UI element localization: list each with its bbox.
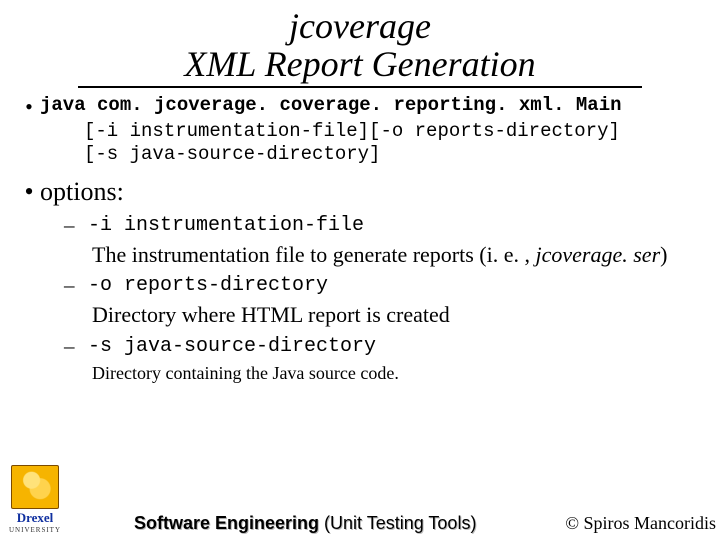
logo-subtitle: UNIVERSITY [6,526,64,534]
command-args-2: [-s java-source-directory] [84,143,702,167]
title-line-1: jcoverage [78,8,642,46]
options-label: options: [40,177,124,207]
footer-center: Software Engineering (Unit Testing Tools… [64,513,565,534]
option-flag: -i instrumentation-file [88,213,364,238]
footer-course-rest: (Unit Testing Tools) [324,513,476,533]
command-args-1: [-i instrumentation-file][-o reports-dir… [84,120,702,144]
dash-icon: – [64,213,88,238]
option-flag: -o reports-directory [88,273,328,298]
option-flag: -s java-source-directory [88,334,376,359]
command-main: java com. jcoverage. coverage. reporting… [40,94,622,120]
slide-footer: Drexel UNIVERSITY Software Engineering (… [0,465,720,534]
option-desc-text: Directory where HTML report is created [92,302,450,327]
title-line-2: XML Report Generation [78,46,642,84]
option-item: – -i instrumentation-file [64,213,702,238]
dash-icon: – [64,334,88,359]
footer-course-bold: Software Engineering [134,513,324,533]
bullet-dot-icon: • [18,177,40,207]
slide-title: jcoverage XML Report Generation [78,8,642,88]
footer-copyright: © Spiros Mancoridis [565,513,720,534]
option-desc-text: The instrumentation file to generate rep… [92,242,536,267]
bullet-dot-icon: • [18,94,40,120]
option-desc-text: Directory containing the Java source cod… [92,363,399,383]
logo-name: Drexel [6,510,64,526]
option-desc-post: ) [660,242,667,267]
option-description: The instrumentation file to generate rep… [92,242,702,267]
dash-icon: – [64,273,88,298]
options-heading: • options: [18,177,702,207]
option-description: Directory containing the Java source cod… [92,363,702,384]
dragon-icon [11,465,59,509]
option-desc-em: jcoverage. ser [536,242,661,267]
option-item: – -o reports-directory [64,273,702,298]
option-item: – -s java-source-directory [64,334,702,359]
option-description: Directory where HTML report is created [92,302,702,327]
drexel-logo: Drexel UNIVERSITY [6,465,64,534]
command-bullet: • java com. jcoverage. coverage. reporti… [18,94,702,120]
